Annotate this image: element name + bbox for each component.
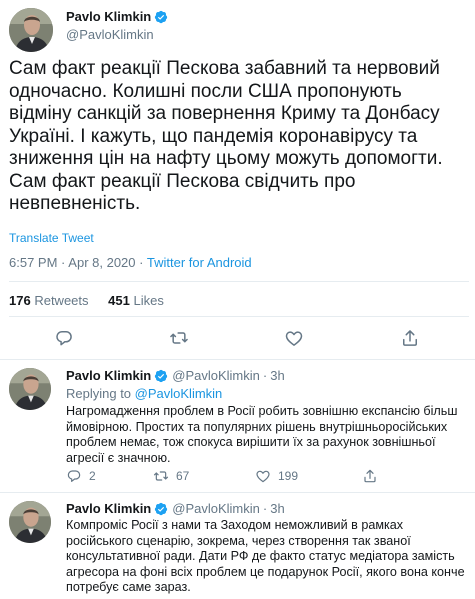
avatar[interactable] (9, 501, 51, 543)
verified-badge-icon (154, 369, 168, 383)
reply-icon (66, 468, 82, 484)
tweet-meta: 6:57 PM · Apr 8, 2020 · Twitter for Andr… (9, 255, 252, 270)
dot-separator: · (262, 368, 268, 383)
meta-separator: · (61, 255, 66, 270)
reply-icon (54, 328, 74, 348)
reply-tweet[interactable]: Pavlo Klimkin @PavloKlimkin · 3h Компром… (0, 493, 475, 599)
share-button[interactable] (362, 468, 385, 484)
retweet-button[interactable] (168, 327, 190, 349)
tweet-text: Сам факт реакції Пескова забавний та нер… (9, 58, 443, 214)
verified-badge-icon (154, 502, 168, 516)
reply-author-row: Pavlo Klimkin @PavloKlimkin · 3h (66, 501, 285, 516)
reply-action-bar: 2 67 199 (66, 468, 426, 486)
author-handle[interactable]: @PavloKlimkin (172, 368, 260, 383)
reply-tweet[interactable]: Pavlo Klimkin @PavloKlimkin · 3h Replyin… (0, 360, 475, 493)
likes-stat[interactable]: 451 Likes (108, 293, 164, 308)
avatar-image (9, 368, 51, 410)
likes-label: Likes (133, 293, 164, 308)
replying-to-handle[interactable]: @PavloKlimkin (135, 386, 223, 401)
retweet-count: 67 (176, 469, 190, 483)
tweet-stats: 176 Retweets 451 Likes (9, 293, 164, 308)
display-name[interactable]: Pavlo Klimkin (66, 501, 151, 516)
like-icon (255, 468, 271, 484)
translate-tweet-link[interactable]: Translate Tweet (9, 231, 94, 245)
divider (9, 316, 469, 317)
replying-to: Replying to @PavloKlimkin (66, 386, 222, 401)
share-button[interactable] (399, 327, 421, 349)
share-icon (362, 468, 378, 484)
like-button[interactable]: 199 (255, 468, 298, 484)
author-name-row[interactable]: Pavlo Klimkin (66, 9, 168, 24)
avatar-image (9, 8, 53, 52)
reply-time[interactable]: 3h (270, 501, 284, 516)
share-icon (400, 328, 420, 348)
like-button[interactable] (283, 327, 305, 349)
replying-to-label: Replying to (66, 386, 132, 401)
like-count: 199 (278, 469, 299, 483)
display-name[interactable]: Pavlo Klimkin (66, 368, 151, 383)
avatar[interactable] (9, 8, 53, 52)
likes-count: 451 (108, 293, 130, 308)
author-handle[interactable]: @PavloKlimkin (66, 27, 154, 42)
divider (9, 281, 469, 282)
main-tweet: Pavlo Klimkin @PavloKlimkin Сам факт реа… (0, 0, 475, 360)
tweet-date[interactable]: Apr 8, 2020 (68, 255, 135, 270)
retweet-icon (169, 328, 189, 348)
tweet-time[interactable]: 6:57 PM (9, 255, 57, 270)
reply-text: Нагромадження проблем в Росії робить зов… (66, 404, 458, 465)
like-icon (284, 328, 304, 348)
reply-count: 2 (89, 469, 96, 483)
reply-button[interactable]: 2 (66, 468, 96, 484)
meta-separator: · (139, 255, 144, 270)
reply-author-row: Pavlo Klimkin @PavloKlimkin · 3h (66, 368, 285, 383)
retweets-label: Retweets (34, 293, 89, 308)
avatar[interactable] (9, 368, 51, 410)
retweets-stat[interactable]: 176 Retweets (9, 293, 89, 308)
verified-badge-icon (154, 10, 168, 24)
reply-button[interactable] (53, 327, 75, 349)
retweets-count: 176 (9, 293, 31, 308)
reply-time[interactable]: 3h (270, 368, 284, 383)
reply-text: Компроміс Росії з нами та Заходом неможл… (66, 518, 465, 594)
author-handle[interactable]: @PavloKlimkin (172, 501, 260, 516)
retweet-icon (153, 468, 169, 484)
tweet-source-link[interactable]: Twitter for Android (147, 255, 252, 270)
display-name[interactable]: Pavlo Klimkin (66, 9, 151, 24)
tweet-action-bar (0, 327, 475, 353)
avatar-image (9, 501, 51, 543)
retweet-button[interactable]: 67 (153, 468, 189, 484)
dot-separator: · (262, 501, 268, 516)
